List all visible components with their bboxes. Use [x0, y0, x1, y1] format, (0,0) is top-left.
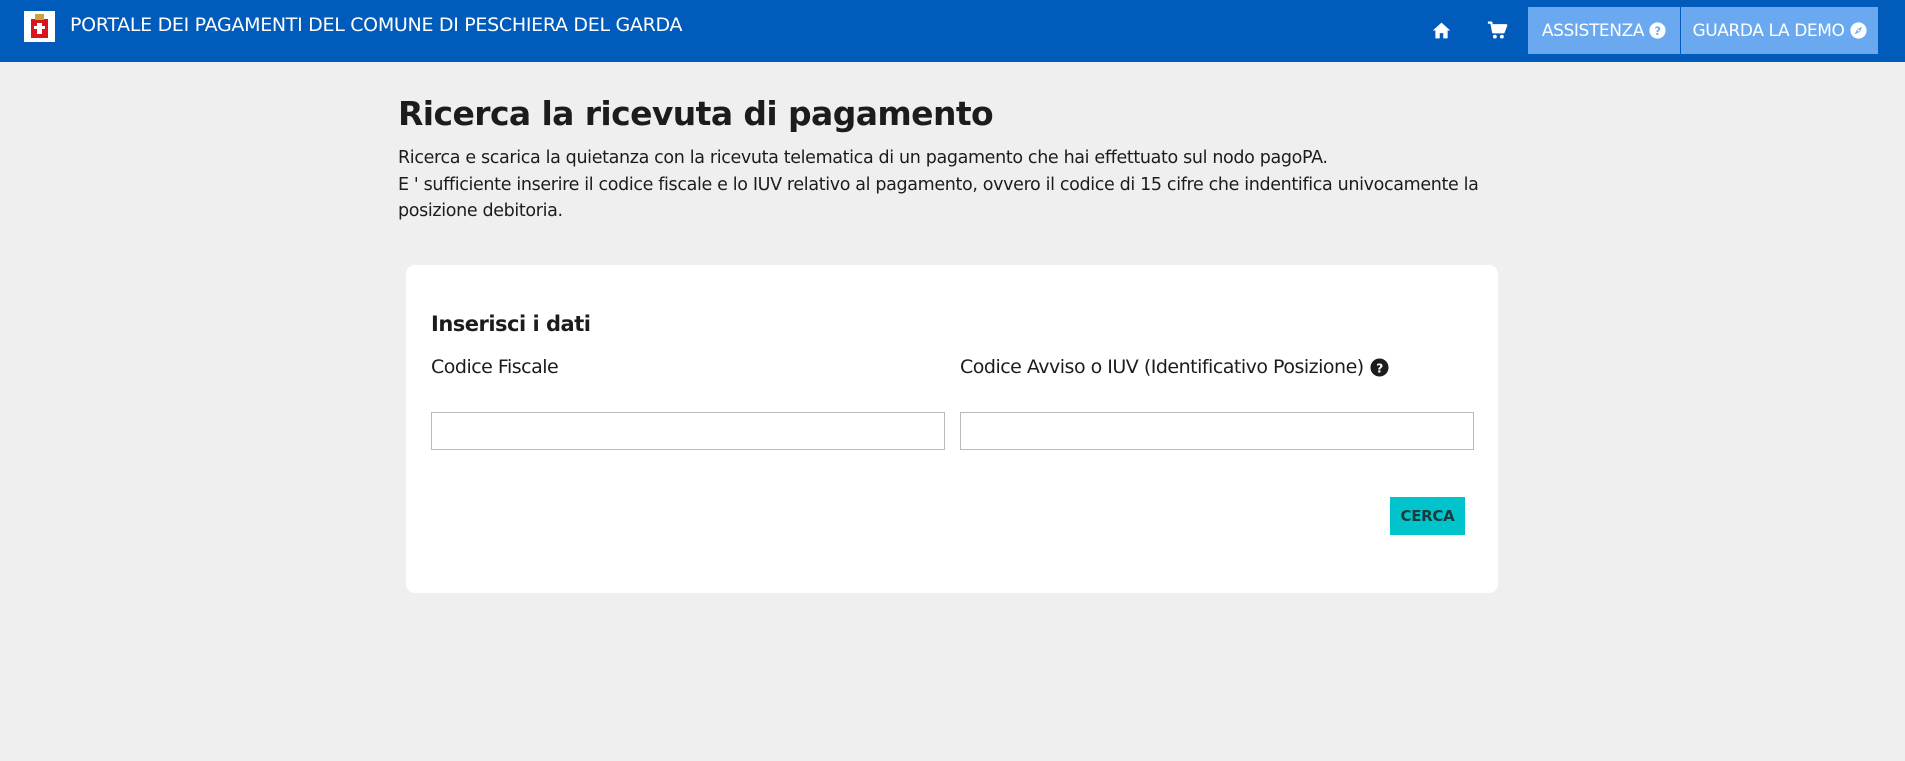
codice-fiscale-label: Codice Fiscale	[431, 356, 559, 378]
svg-text:?: ?	[1655, 25, 1661, 38]
iuv-label-text: Codice Avviso o IUV (Identificativo Posi…	[960, 356, 1364, 378]
municipal-crest-icon[interactable]	[24, 11, 55, 42]
intro-line-2: E ' sufficiente inserire il codice fisca…	[398, 174, 1479, 222]
form-title: Inserisci i dati	[431, 312, 591, 336]
iuv-label: Codice Avviso o IUV (Identificativo Posi…	[960, 356, 1389, 378]
svg-text:?: ?	[1376, 361, 1383, 375]
search-form-card: Inserisci i dati Codice Fiscale Codice A…	[406, 265, 1498, 593]
top-navbar: PORTALE DEI PAGAMENTI DEL COMUNE DI PESC…	[0, 0, 1905, 62]
compass-icon	[1849, 22, 1867, 39]
intro-line-1: Ricerca e scarica la quietanza con la ri…	[398, 148, 1328, 168]
home-icon[interactable]	[1429, 18, 1453, 42]
intro-text: Ricerca e scarica la quietanza con la ri…	[398, 145, 1488, 225]
codice-fiscale-label-text: Codice Fiscale	[431, 356, 559, 378]
search-button[interactable]: CERCA	[1390, 497, 1465, 535]
question-circle-icon[interactable]: ?	[1370, 357, 1389, 377]
cart-icon[interactable]	[1485, 18, 1509, 42]
question-circle-icon: ?	[1649, 22, 1666, 39]
assistance-label: ASSISTENZA	[1541, 20, 1645, 41]
demo-button[interactable]: GUARDA LA DEMO	[1681, 7, 1878, 54]
codice-fiscale-input[interactable]	[431, 412, 945, 450]
iuv-input[interactable]	[960, 412, 1474, 450]
demo-label: GUARDA LA DEMO	[1692, 20, 1845, 41]
portal-title[interactable]: PORTALE DEI PAGAMENTI DEL COMUNE DI PESC…	[70, 14, 683, 36]
page-title: Ricerca la ricevuta di pagamento	[398, 94, 994, 133]
assistance-button[interactable]: ASSISTENZA ?	[1528, 7, 1680, 54]
main-content: Ricerca la ricevuta di pagamento Ricerca…	[398, 94, 1498, 225]
